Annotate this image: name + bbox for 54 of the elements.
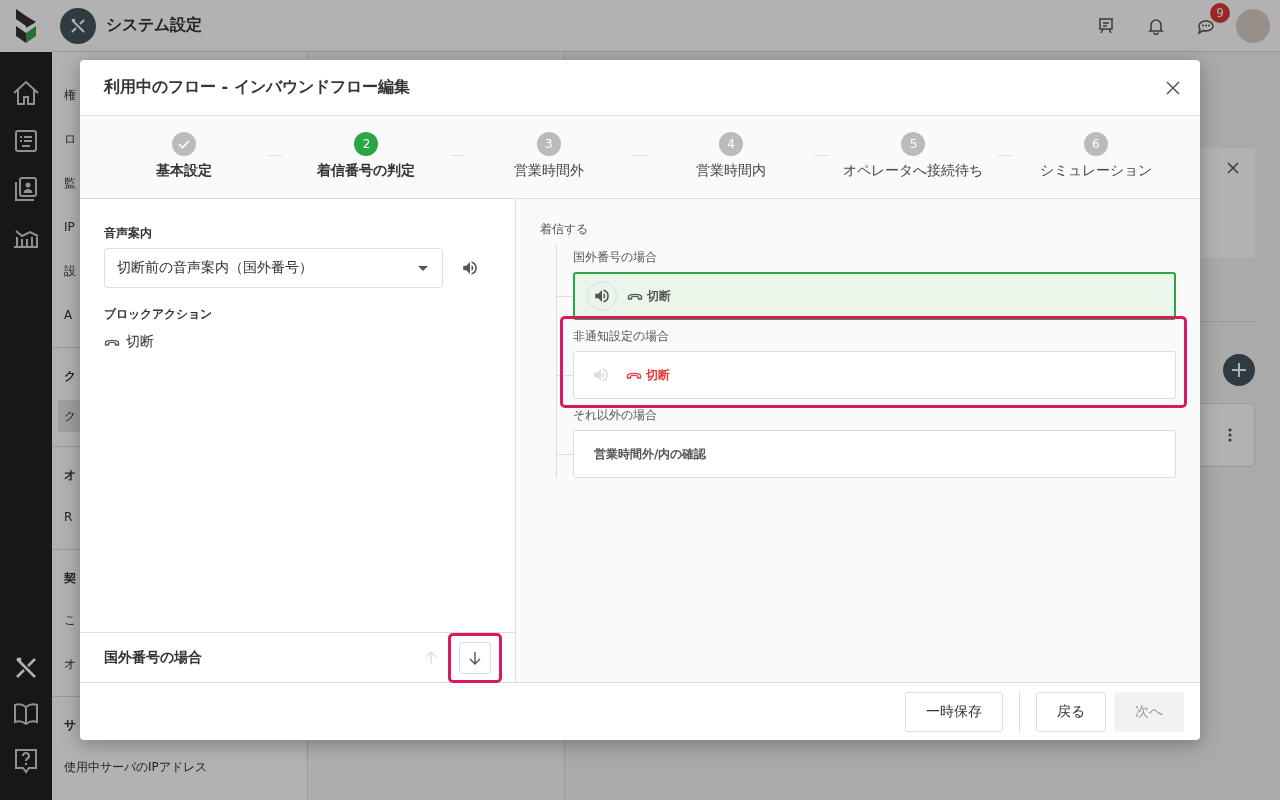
arrow-down-icon xyxy=(468,650,482,665)
arrow-up-icon xyxy=(424,650,438,665)
tools-icon[interactable] xyxy=(14,656,38,680)
hang-up-icon xyxy=(627,291,643,301)
voice-select[interactable]: 切断前の音声案内（国外番号） xyxy=(104,248,443,288)
close-icon[interactable] xyxy=(1227,162,1239,174)
step-number: 5 xyxy=(901,132,926,156)
tree-root-label: 着信する xyxy=(540,221,589,238)
move-down-button[interactable] xyxy=(459,641,491,674)
step-label[interactable]: オペレータへ接続待ち xyxy=(843,162,984,180)
step-label[interactable]: 着信番号の判定 xyxy=(317,162,416,180)
action-text: 切断 xyxy=(646,366,670,384)
step-number: 6 xyxy=(1083,132,1108,156)
branch-card[interactable]: 営業時間外/内の確認 xyxy=(573,430,1176,478)
step-label[interactable]: 営業時間内 xyxy=(696,162,767,180)
field-label: 音声案内 xyxy=(104,225,153,242)
selected-branch-label: 国外番号の場合 xyxy=(104,648,203,667)
speaker-icon xyxy=(592,366,610,384)
book-icon[interactable] xyxy=(13,703,39,725)
more-icon[interactable] xyxy=(1228,428,1232,442)
branch-label: 国外番号の場合 xyxy=(573,249,658,266)
contact-icon[interactable] xyxy=(14,176,38,202)
tools-icon xyxy=(60,7,96,44)
bell-icon[interactable] xyxy=(1147,16,1165,35)
branch-card[interactable]: 切断 xyxy=(573,351,1176,399)
step-label[interactable]: 営業時間外 xyxy=(513,162,584,180)
step-number: 3 xyxy=(536,132,561,156)
speaker-icon xyxy=(593,287,611,305)
step-label[interactable]: シミュレーション xyxy=(1039,162,1152,180)
hang-up-icon xyxy=(626,370,642,380)
home-icon[interactable] xyxy=(12,80,40,106)
speaker-icon xyxy=(461,259,479,277)
list-icon[interactable] xyxy=(14,129,38,153)
board-icon[interactable] xyxy=(1097,16,1115,35)
step-label[interactable]: 基本設定 xyxy=(156,162,213,180)
plus-icon xyxy=(1231,362,1247,378)
field-label: ブロックアクション xyxy=(104,306,213,323)
add-button[interactable] xyxy=(1223,354,1255,386)
step-number: 4 xyxy=(719,132,744,156)
notification-badge: 9 xyxy=(1210,2,1230,23)
logo-icon[interactable] xyxy=(14,9,38,43)
page-title: システム設定 xyxy=(106,15,203,36)
next-step-text: 営業時間外/内の確認 xyxy=(593,445,707,463)
action-text: 切断 xyxy=(647,287,671,305)
footer-button[interactable]: 戻る xyxy=(1036,691,1106,732)
dialog-title: 利用中のフロー - インバウンドフロー編集 xyxy=(104,77,411,98)
footer-button[interactable]: 一時保存 xyxy=(905,691,1003,732)
branch-card[interactable]: 切断 xyxy=(573,272,1176,320)
branch-label: それ以外の場合 xyxy=(573,407,658,424)
step-number: 2 xyxy=(354,132,379,156)
help-icon[interactable] xyxy=(14,748,38,774)
nav-item[interactable]: 使用中サーバのIPアドレス xyxy=(64,745,307,789)
hang-up-icon xyxy=(104,337,120,347)
branch-label: 非通知設定の場合 xyxy=(573,328,670,345)
